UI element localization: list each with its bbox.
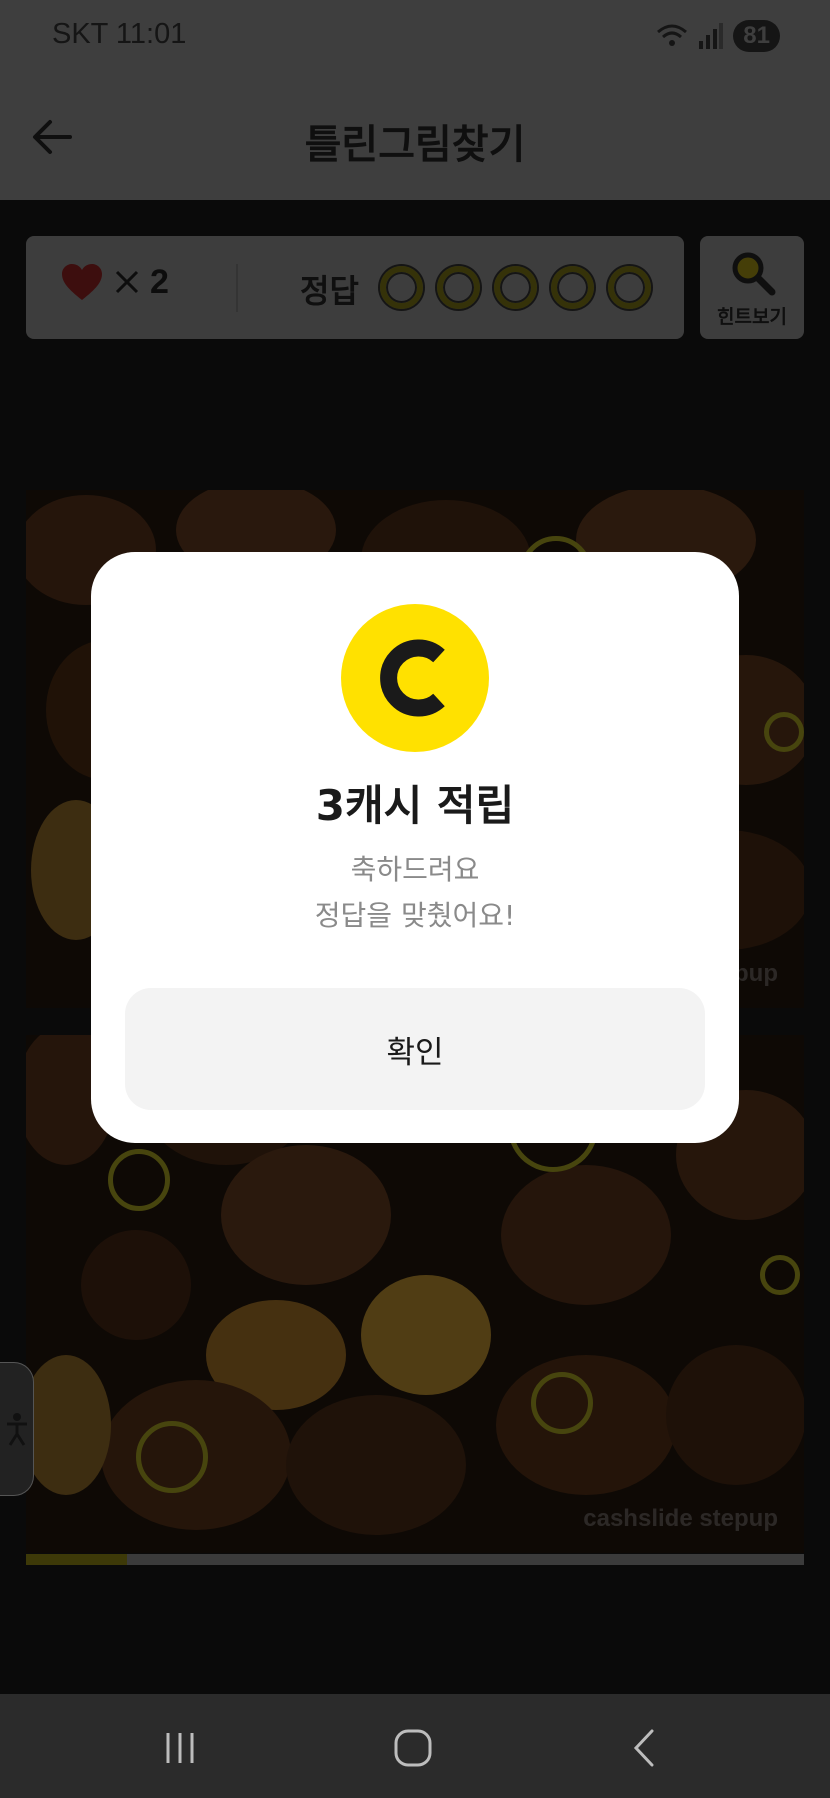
home-icon xyxy=(394,1729,432,1767)
dialog-message: 정답을 맞췄어요! xyxy=(314,899,516,932)
back-icon xyxy=(633,1729,654,1767)
reward-dialog: 3캐시 적립 축하드려요 정답을 맞췄어요! 확인 xyxy=(91,552,739,1143)
home-button[interactable] xyxy=(383,1724,443,1772)
recents-button[interactable] xyxy=(150,1724,210,1772)
recents-icon xyxy=(166,1733,194,1763)
system-nav-bar xyxy=(0,1694,830,1798)
confirm-button[interactable]: 확인 xyxy=(125,988,705,1110)
cash-coin-icon xyxy=(341,604,489,752)
dialog-title: 3캐시 적립 xyxy=(315,781,515,830)
back-nav-button[interactable] xyxy=(615,1724,675,1772)
dialog-message: 축하드려요 xyxy=(350,853,480,886)
